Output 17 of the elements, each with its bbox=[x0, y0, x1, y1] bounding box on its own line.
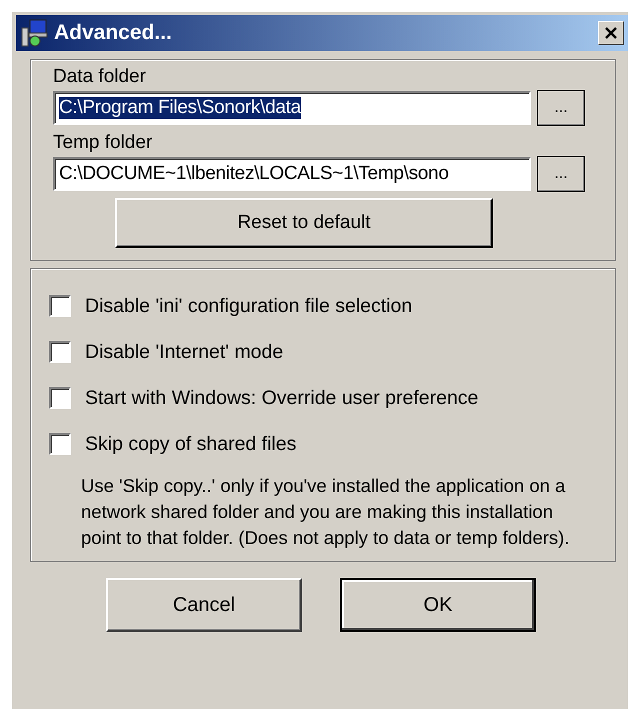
input-field[interactable]: C:\Program Files\Sonork\data bbox=[53, 91, 531, 125]
window-title: Advanced... bbox=[54, 21, 173, 45]
field-label: Data folder bbox=[53, 66, 147, 88]
note-text: Use 'Skip copy..' only if you've installed the application on a network shared folder and you are making this installation point to that folder. (Does not apply to data or temp folders). bbox=[81, 474, 570, 550]
field-value: C:\Program Files\Sonork\data bbox=[59, 97, 301, 119]
reset-button[interactable]: Reset to default bbox=[115, 198, 493, 248]
dialog-button[interactable]: OK bbox=[340, 578, 536, 632]
checkbox-label: Skip copy of shared files bbox=[85, 432, 296, 456]
checkbox-label: Disable 'Internet' mode bbox=[85, 340, 284, 364]
dialog-button[interactable]: Cancel bbox=[106, 578, 302, 632]
field-value: C:\DOCUME~1\lbenitez\LOCALS~1\Temp\sono bbox=[59, 163, 449, 185]
browse-button[interactable]: ... bbox=[537, 90, 585, 126]
browse-button[interactable]: ... bbox=[537, 156, 585, 192]
checkbox-label: Start with Windows: Override user preference bbox=[85, 386, 478, 410]
field-label: Temp folder bbox=[53, 132, 154, 154]
checkbox-label: Disable 'ini' configuration file selection bbox=[85, 294, 412, 318]
input-field[interactable]: C:\DOCUME~1\lbenitez\LOCALS~1\Temp\sono bbox=[53, 157, 531, 191]
